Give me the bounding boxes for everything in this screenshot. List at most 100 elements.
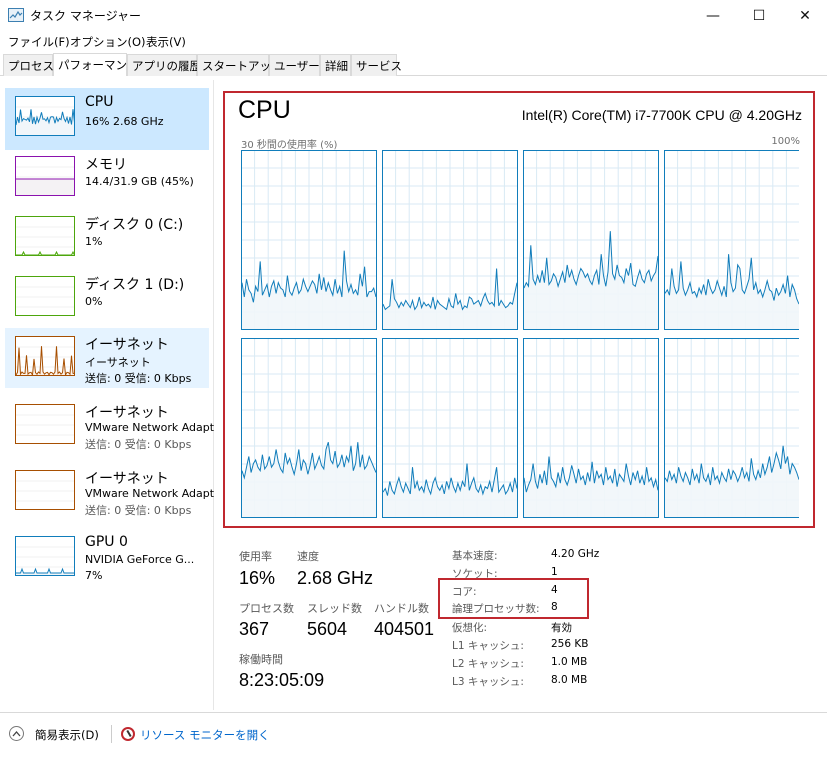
minimize-button[interactable]: — xyxy=(690,0,736,31)
sidebar-item-detail: VMware Network Adapt xyxy=(85,487,215,500)
sidebar-item-usage: 7% xyxy=(85,569,103,582)
threads-label: スレッド数 xyxy=(307,602,362,615)
thumbnail-line xyxy=(16,250,74,255)
processes-value: 367 xyxy=(239,619,270,639)
tab-processes[interactable]: プロセス xyxy=(3,54,54,76)
tab-app-history[interactable]: アプリの履歴 xyxy=(127,54,201,76)
cpu-thumbnail xyxy=(15,96,75,136)
close-button[interactable]: ✕ xyxy=(782,0,827,31)
chart-caption: 30 秒間の使用率 (%) xyxy=(241,140,338,151)
menu-file[interactable]: ファイル(F) xyxy=(8,34,70,50)
menu-options[interactable]: オプション(O) xyxy=(70,34,146,50)
gpu-0-thumbnail xyxy=(15,536,75,576)
sidebar-item-title: イーサネット xyxy=(85,337,169,353)
l1-cache-label: L1 キャッシュ: xyxy=(452,640,524,652)
core-chart xyxy=(523,150,659,330)
ethernet-thumbnail xyxy=(15,336,75,376)
resource-monitor-icon[interactable] xyxy=(121,727,135,741)
sidebar-item-throughput: 送信: 0 受信: 0 Kbps xyxy=(85,504,192,517)
tab-bar: プロセス パフォーマンス アプリの履歴 スタートアップ ユーザー 詳細 サービス xyxy=(0,52,827,76)
sidebar-item-cpu[interactable]: CPU 16% 2.68 GHz xyxy=(5,88,209,150)
thumbnail-line xyxy=(16,567,74,574)
core-chart xyxy=(241,150,377,330)
sidebar-item-title: イーサネット xyxy=(85,405,169,421)
threads-value: 5604 xyxy=(307,619,348,639)
sidebar-item-detail: 14.4/31.9 GB (45%) xyxy=(85,175,194,188)
cpu-core-charts xyxy=(241,150,799,522)
menu-bar: ファイル(F) オプション(O) 表示(V) xyxy=(0,31,827,51)
core-chart xyxy=(382,338,518,518)
maximize-button[interactable]: ☐ xyxy=(736,0,782,31)
cpu-core-charts-svg xyxy=(241,150,799,518)
sidebar: CPU 16% 2.68 GHz メモリ 14.4/31.9 GB (45%) … xyxy=(0,80,214,710)
core-chart xyxy=(664,338,799,518)
core-chart xyxy=(382,150,518,330)
simple-view-button[interactable]: 簡易表示(D) xyxy=(35,727,99,743)
tab-users[interactable]: ユーザー xyxy=(269,54,320,76)
open-resource-monitor-link[interactable]: リソース モニターを開く xyxy=(140,727,270,743)
sidebar-item-throughput: 送信: 0 受信: 0 Kbps xyxy=(85,372,192,385)
l3-cache-value: 8.0 MB xyxy=(551,674,588,686)
core-chart xyxy=(241,338,377,518)
sidebar-item-ethernet[interactable]: イーサネット イーサネット 送信: 0 受信: 0 Kbps xyxy=(5,328,209,388)
l2-cache-label: L2 キャッシュ: xyxy=(452,658,524,670)
l2-cache-value: 1.0 MB xyxy=(551,656,588,668)
virtualization-value: 有効 xyxy=(551,622,572,634)
footer-divider xyxy=(111,725,112,743)
sidebar-item-title: GPU 0 xyxy=(85,534,128,550)
usage-label: 使用率 xyxy=(239,550,272,563)
sidebar-item-memory[interactable]: メモリ 14.4/31.9 GB (45%) xyxy=(5,148,209,210)
sidebar-item-detail: 16% 2.68 GHz xyxy=(85,115,164,128)
sidebar-item-vmware-ethernet-2[interactable]: イーサネット VMware Network Adapt 送信: 0 受信: 0 … xyxy=(5,462,214,524)
page-title: CPU xyxy=(238,96,291,124)
sidebar-item-throughput: 送信: 0 受信: 0 Kbps xyxy=(85,438,192,451)
vmware-ethernet-2-thumbnail xyxy=(15,470,75,510)
sidebar-item-disk-0[interactable]: ディスク 0 (C:) 1% xyxy=(5,208,209,270)
disk-0-thumbnail xyxy=(15,216,75,256)
thumbnail-area xyxy=(16,109,74,135)
memory-thumbnail xyxy=(15,156,75,196)
base-speed-value: 4.20 GHz xyxy=(551,548,600,560)
sidebar-item-gpu-0[interactable]: GPU 0 NVIDIA GeForce G... 7% xyxy=(5,528,209,590)
speed-label: 速度 xyxy=(297,550,319,563)
sidebar-item-vmware-ethernet-1[interactable]: イーサネット VMware Network Adapt 送信: 0 受信: 0 … xyxy=(5,396,214,458)
footer: 簡易表示(D) リソース モニターを開く xyxy=(0,712,827,761)
sidebar-item-detail: 1% xyxy=(85,235,103,248)
menu-view[interactable]: 表示(V) xyxy=(146,34,186,50)
virtualization-label: 仮想化: xyxy=(452,622,488,634)
processes-label: プロセス数 xyxy=(239,602,294,615)
tab-performance[interactable]: パフォーマンス xyxy=(53,53,138,76)
task-manager-icon xyxy=(8,8,24,22)
core-chart xyxy=(523,338,659,518)
usage-value: 16% xyxy=(239,568,276,588)
l1-cache-value: 256 KB xyxy=(551,638,589,650)
title-bar: タスク マネージャー — ☐ ✕ xyxy=(0,0,827,31)
uptime-value: 8:23:05:09 xyxy=(239,670,325,690)
sidebar-item-disk-1[interactable]: ディスク 1 (D:) 0% xyxy=(5,268,209,330)
thumbnail-area xyxy=(16,179,74,195)
sidebar-item-title: CPU xyxy=(85,94,114,110)
sidebar-item-detail: VMware Network Adapt xyxy=(85,421,215,434)
thumbnail-line xyxy=(16,346,74,375)
core-chart xyxy=(664,150,799,330)
vmware-ethernet-1-thumbnail xyxy=(15,404,75,444)
sidebar-item-detail: 0% xyxy=(85,295,103,308)
tab-services[interactable]: サービス xyxy=(351,54,402,76)
chart-max-label: 100% xyxy=(771,136,800,147)
tab-startup[interactable]: スタートアップ xyxy=(197,54,283,76)
sidebar-item-title: メモリ xyxy=(85,157,127,173)
handles-value: 404501 xyxy=(374,619,435,639)
sidebar-item-title: ディスク 1 (D:) xyxy=(85,277,185,293)
sidebar-item-detail: イーサネット xyxy=(85,356,151,369)
uptime-label: 稼働時間 xyxy=(239,653,283,666)
speed-value: 2.68 GHz xyxy=(297,568,374,588)
highlight-box-cores xyxy=(438,578,589,619)
cpu-model-name: Intel(R) Core(TM) i7-7700K CPU @ 4.20GHz xyxy=(521,107,802,123)
base-speed-label: 基本速度: xyxy=(452,550,498,562)
collapse-chevron-icon[interactable] xyxy=(9,726,24,741)
disk-1-thumbnail xyxy=(15,276,75,316)
sidebar-item-title: イーサネット xyxy=(85,471,169,487)
tab-details[interactable]: 詳細 xyxy=(320,54,351,76)
sockets-value: 1 xyxy=(551,566,558,578)
l3-cache-label: L3 キャッシュ: xyxy=(452,676,524,688)
